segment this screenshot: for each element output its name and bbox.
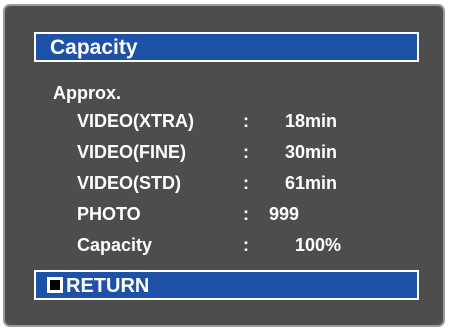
row-label: VIDEO(STD) [77, 173, 182, 193]
approx-label: Approx. [53, 83, 122, 103]
row-value: 999 [269, 204, 300, 224]
title-bar: Capacity [34, 32, 419, 62]
row-value: 30min [285, 142, 338, 162]
row-separator: : [243, 235, 249, 255]
row-label: VIDEO(XTRA) [77, 111, 194, 131]
row-label: VIDEO(FINE) [77, 142, 187, 162]
row-separator: : [243, 111, 249, 131]
row-label: PHOTO [77, 204, 141, 224]
capacity-row-video-fine: VIDEO(FINE) : 30min [5, 139, 443, 165]
return-label: RETURN [66, 275, 150, 297]
row-label: Capacity [77, 235, 153, 255]
row-value: 100% [295, 235, 342, 255]
screen-title: Capacity [50, 36, 138, 59]
row-separator: : [243, 142, 249, 162]
row-value: 61min [285, 173, 338, 193]
row-separator: : [243, 204, 249, 224]
return-button[interactable]: RETURN [34, 270, 419, 300]
row-value: 18min [285, 111, 338, 131]
row-separator: : [243, 173, 249, 193]
stop-square-icon [47, 277, 63, 293]
capacity-row-video-xtra: VIDEO(XTRA) : 18min [5, 108, 443, 134]
capacity-row-capacity: Capacity : 100% [5, 232, 443, 258]
capacity-row-photo: PHOTO : 999 [5, 201, 443, 227]
capacity-screen: Capacity Approx. VIDEO(XTRA) : 18min VID… [3, 4, 445, 327]
capacity-row-video-std: VIDEO(STD) : 61min [5, 170, 443, 196]
